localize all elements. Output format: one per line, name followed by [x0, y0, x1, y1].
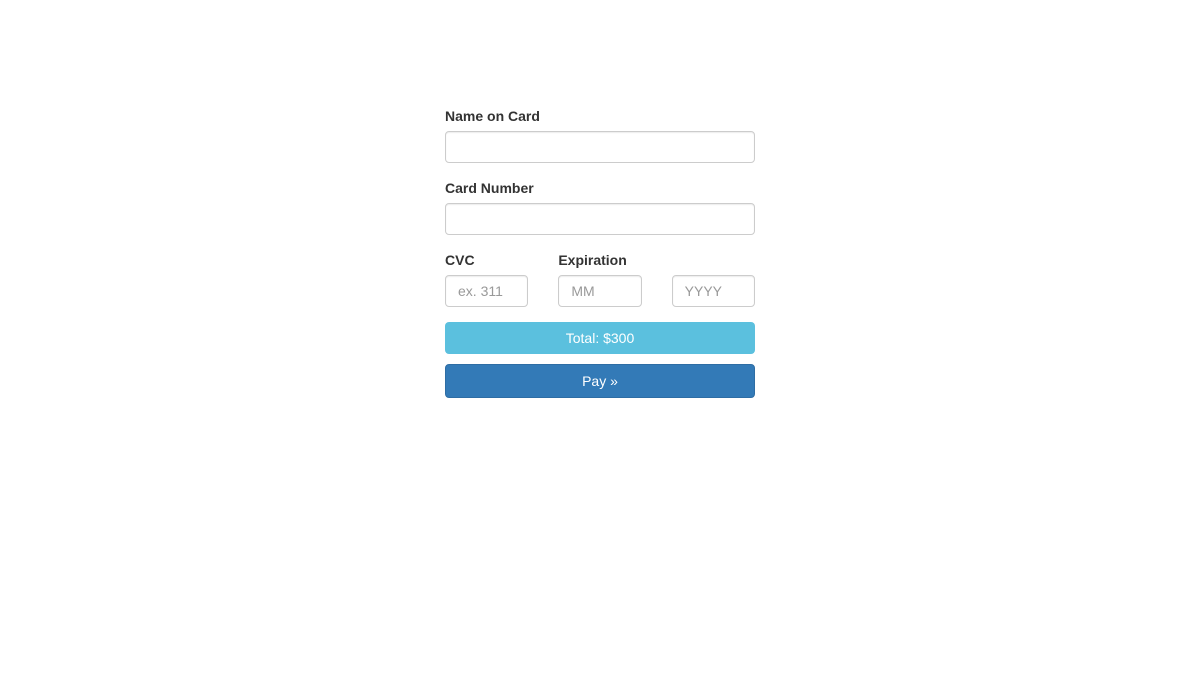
name-on-card-label: Name on Card: [445, 106, 755, 126]
card-number-label: Card Number: [445, 178, 755, 198]
expiration-year-input[interactable]: [672, 275, 755, 307]
expiration-label: Expiration: [558, 250, 755, 270]
cvc-input[interactable]: [445, 275, 528, 307]
payment-form-container: Name on Card Card Number CVC Expiration: [445, 0, 755, 398]
total-badge: Total: $300: [445, 322, 755, 354]
card-number-input[interactable]: [445, 203, 755, 235]
name-on-card-input[interactable]: [445, 131, 755, 163]
cvc-expiration-group: CVC Expiration: [445, 250, 755, 307]
expiration-month-input[interactable]: [558, 275, 641, 307]
cvc-label: CVC: [445, 250, 528, 270]
name-on-card-group: Name on Card: [445, 106, 755, 163]
pay-button[interactable]: Pay »: [445, 364, 755, 398]
card-number-group: Card Number: [445, 178, 755, 235]
